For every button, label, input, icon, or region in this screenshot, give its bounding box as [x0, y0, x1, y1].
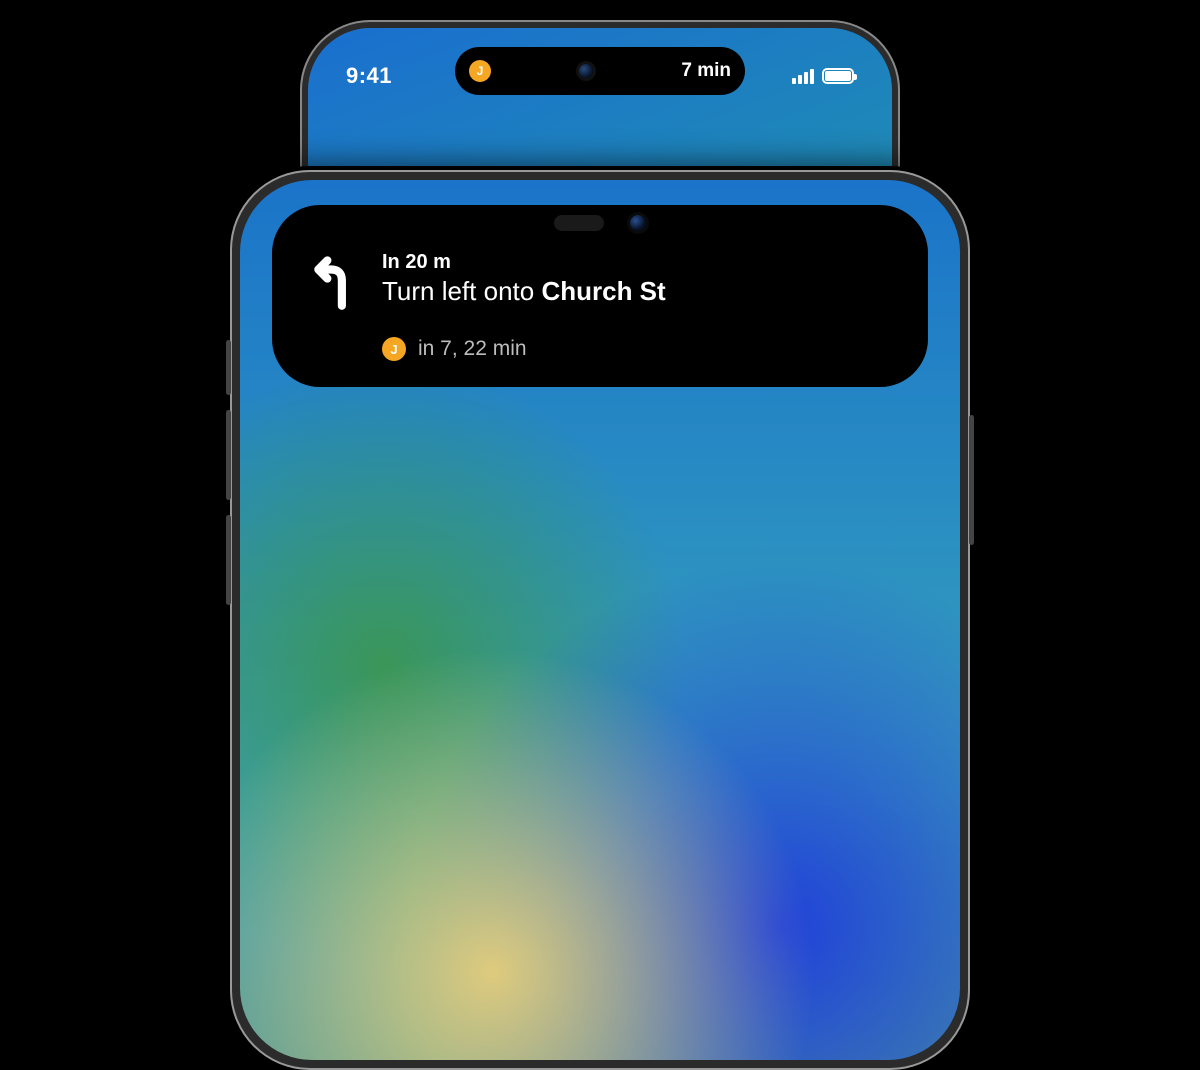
battery-icon	[822, 68, 854, 84]
instruction-label: Turn left onto Church St	[382, 276, 666, 307]
speaker-grille-icon	[554, 215, 604, 231]
instruction-prefix: Turn left onto	[382, 276, 541, 306]
eta-compact: 7 min	[681, 60, 731, 82]
sensor-cluster	[554, 215, 646, 231]
phone-device-front: In 20 m Turn left onto Church St J in 7,…	[230, 170, 970, 1070]
front-camera-icon	[579, 64, 593, 78]
phone-screen-front: In 20 m Turn left onto Church St J in 7,…	[240, 180, 960, 1060]
volume-up-button[interactable]	[226, 410, 231, 500]
sensor-cluster	[579, 64, 593, 78]
dynamic-island-compact[interactable]: J 7 min	[455, 47, 745, 95]
volume-down-button[interactable]	[226, 515, 231, 605]
status-icons	[792, 68, 854, 84]
eta-row: J in 7, 22 min	[382, 337, 898, 361]
instruction-street: Church St	[541, 276, 665, 306]
navigation-instruction: In 20 m Turn left onto Church St	[302, 251, 898, 313]
cellular-signal-icon	[792, 68, 814, 84]
dynamic-island-expanded[interactable]: In 20 m Turn left onto Church St J in 7,…	[272, 205, 928, 387]
side-button[interactable]	[969, 415, 974, 545]
eta-text: in 7, 22 min	[418, 337, 527, 361]
front-camera-icon	[630, 215, 646, 231]
mute-switch[interactable]	[226, 340, 231, 395]
status-time: 9:41	[346, 63, 392, 89]
turn-left-icon	[302, 255, 360, 313]
route-badge-icon: J	[469, 60, 491, 82]
distance-label: In 20 m	[382, 251, 666, 274]
route-badge-icon: J	[382, 337, 406, 361]
